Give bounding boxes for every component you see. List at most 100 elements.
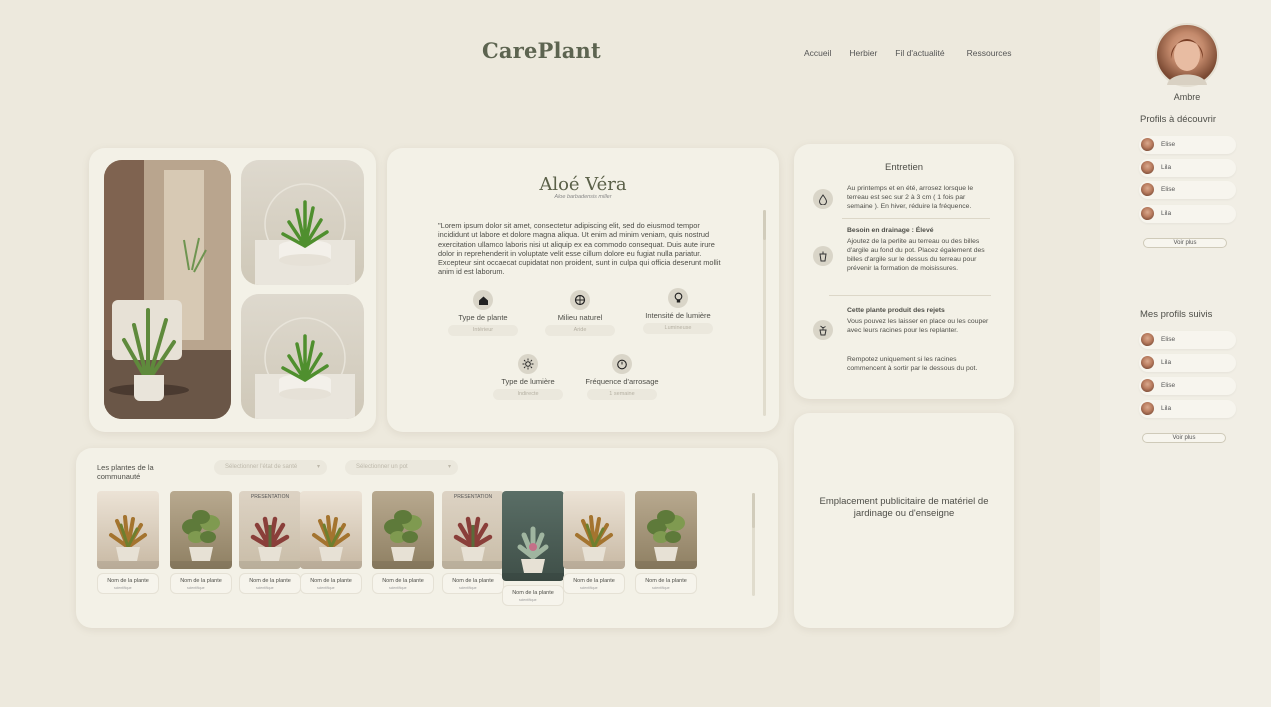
bulb-icon: [668, 288, 688, 308]
pot-select[interactable]: Sélectionner un pot ▾: [345, 460, 458, 475]
community-plant-card[interactable]: Nom de la plante scientifique: [502, 491, 564, 606]
avatar: [1141, 207, 1154, 220]
avatar: [1141, 138, 1154, 151]
chevron-down-icon: ▾: [447, 464, 451, 470]
avatar: [1141, 183, 1154, 196]
community-plant-image[interactable]: [563, 491, 625, 569]
community-title: Les plantes de la communauté: [97, 463, 154, 481]
care-repotting: Rempotez uniquement si les racines comme…: [847, 356, 978, 372]
ad-placeholder[interactable]: Emplacement publicitaire de matériel de …: [794, 413, 1014, 628]
attr-light-type-value: Indirecte: [493, 389, 563, 400]
community-plant-card[interactable]: Nom de la plante scientifique: [635, 491, 697, 594]
nav-herbarium[interactable]: Herbier: [849, 48, 877, 58]
nav-resources[interactable]: Ressources: [967, 48, 1012, 58]
care-divider: [829, 295, 991, 296]
care-watering: Au printemps et en été, arrosez lorsque …: [847, 185, 974, 210]
community-plant-card[interactable]: Nom de la plante scientifique: [563, 491, 625, 594]
community-plant-card[interactable]: Nom de la plante scientifique: [170, 491, 232, 594]
community-plant-name: Nom de la plante scientifique: [442, 573, 504, 594]
followed-more-button[interactable]: Voir plus: [1142, 433, 1226, 443]
attr-plant-type: Type de plante Intérieur: [433, 290, 533, 336]
community-plant-image[interactable]: [502, 491, 564, 581]
followed-profile[interactable]: Lila: [1139, 354, 1236, 372]
globe-icon: [570, 290, 590, 310]
nav-feed[interactable]: Fil d'actualité: [895, 48, 944, 58]
community-plant-name: Nom de la plante scientifique: [97, 573, 159, 594]
plant-photo-main[interactable]: [104, 160, 231, 419]
plant-description: "Lorem ipsum dolor sit amet, consectetur…: [438, 221, 721, 277]
avatar: [1141, 333, 1154, 346]
pot-drainage-icon: [813, 246, 833, 266]
community-plant-name: Nom de la plante scientifique: [300, 573, 362, 594]
care-offshoots: Cette plante produit des rejets Vous pou…: [847, 307, 989, 334]
ad-text: Emplacement publicitaire de matériel de …: [819, 496, 989, 519]
community-plant-image[interactable]: PRESENTATION: [239, 491, 301, 569]
community-plant-name: Nom de la plante scientifique: [170, 573, 232, 594]
health-select[interactable]: Sélectionner l'état de santé ▾: [214, 460, 327, 475]
community-plant-name: Nom de la plante scientifique: [239, 573, 301, 594]
nav-home[interactable]: Accueil: [804, 48, 831, 58]
discover-title: Profils à découvrir: [1140, 114, 1217, 125]
avatar: [1141, 402, 1154, 415]
discover-profile[interactable]: Lila: [1139, 159, 1236, 177]
community-plant-name: Nom de la plante scientifique: [635, 573, 697, 594]
care-title: Entretien: [884, 162, 924, 173]
followed-profile[interactable]: Elise: [1139, 377, 1236, 395]
plant-photo-2[interactable]: [241, 160, 364, 285]
attr-light-intensity-value: Lumineuse: [643, 323, 713, 334]
attr-habitat: Milieu naturel Aride: [530, 290, 630, 336]
community-plant-name: Nom de la plante scientifique: [502, 585, 564, 606]
community-plant-card[interactable]: Nom de la plante scientifique: [372, 491, 434, 594]
svg-text:PRESENTATION: PRESENTATION: [454, 494, 493, 500]
main-nav: Accueil Herbier Fil d'actualité Ressourc…: [804, 48, 1012, 58]
info-scrollbar[interactable]: [763, 210, 766, 416]
user-avatar[interactable]: [1155, 23, 1219, 87]
plant-info-card: Aloé Véra Aloe barbadensis miller "Lorem…: [387, 148, 779, 432]
community-plant-image[interactable]: [97, 491, 159, 569]
community-plants: Les plantes de la communauté Sélectionne…: [76, 448, 778, 628]
community-plant-card[interactable]: Nom de la plante scientifique: [300, 491, 362, 594]
user-name: Ambre: [1173, 92, 1201, 102]
community-scrollbar-thumb[interactable]: [752, 493, 755, 528]
community-plant-card[interactable]: Nom de la plante scientifique: [97, 491, 159, 594]
chevron-down-icon: ▾: [316, 464, 320, 470]
attr-watering-frequency-value: 1 semaine: [587, 389, 657, 400]
sun-icon: [518, 354, 538, 374]
app-logo[interactable]: CarePlant: [482, 38, 601, 63]
attr-light-intensity: Intensité de lumière Lumineuse: [628, 288, 728, 334]
discover-more-button[interactable]: Voir plus: [1143, 238, 1227, 248]
discover-profile[interactable]: Elise: [1139, 136, 1236, 154]
community-plant-image[interactable]: [372, 491, 434, 569]
community-plant-name: Nom de la plante scientifique: [372, 573, 434, 594]
community-plant-card[interactable]: PRESENTATION Nom de la plante scientifiq…: [239, 491, 301, 594]
avatar: [1141, 356, 1154, 369]
community-plant-image[interactable]: [300, 491, 362, 569]
info-scrollbar-thumb[interactable]: [763, 210, 766, 240]
plant-scientific-name: Aloe barbadensis miller: [554, 194, 612, 200]
care-card: Entretien Au printemps et en été, arrose…: [794, 144, 1014, 399]
attr-plant-type-value: Intérieur: [448, 325, 518, 336]
discover-profile[interactable]: Elise: [1139, 181, 1236, 199]
community-plant-image[interactable]: PRESENTATION: [442, 491, 504, 569]
community-plant-image[interactable]: [635, 491, 697, 569]
plant-name: Aloé Véra: [539, 174, 627, 195]
water-drop-icon: [813, 189, 833, 209]
followed-profile[interactable]: Lila: [1139, 400, 1236, 418]
care-divider: [842, 218, 990, 219]
sprout-pot-icon: [813, 320, 833, 340]
avatar: [1141, 161, 1154, 174]
followed-profile[interactable]: Elise: [1139, 331, 1236, 349]
discover-profile[interactable]: Lila: [1139, 205, 1236, 223]
community-plant-image[interactable]: [170, 491, 232, 569]
followed-title: Mes profils suivis: [1140, 309, 1213, 320]
plant-photo-3[interactable]: [241, 294, 364, 419]
community-plant-card[interactable]: PRESENTATION Nom de la plante scientifiq…: [442, 491, 504, 594]
attr-habitat-value: Aride: [545, 325, 615, 336]
svg-text:PRESENTATION: PRESENTATION: [251, 494, 290, 500]
avatar: [1141, 379, 1154, 392]
community-plant-name: Nom de la plante scientifique: [563, 573, 625, 594]
timer-icon: [612, 354, 632, 374]
plant-gallery: [89, 148, 376, 432]
home-icon: [473, 290, 493, 310]
attr-light-type: Type de lumière Indirecte: [478, 354, 578, 400]
